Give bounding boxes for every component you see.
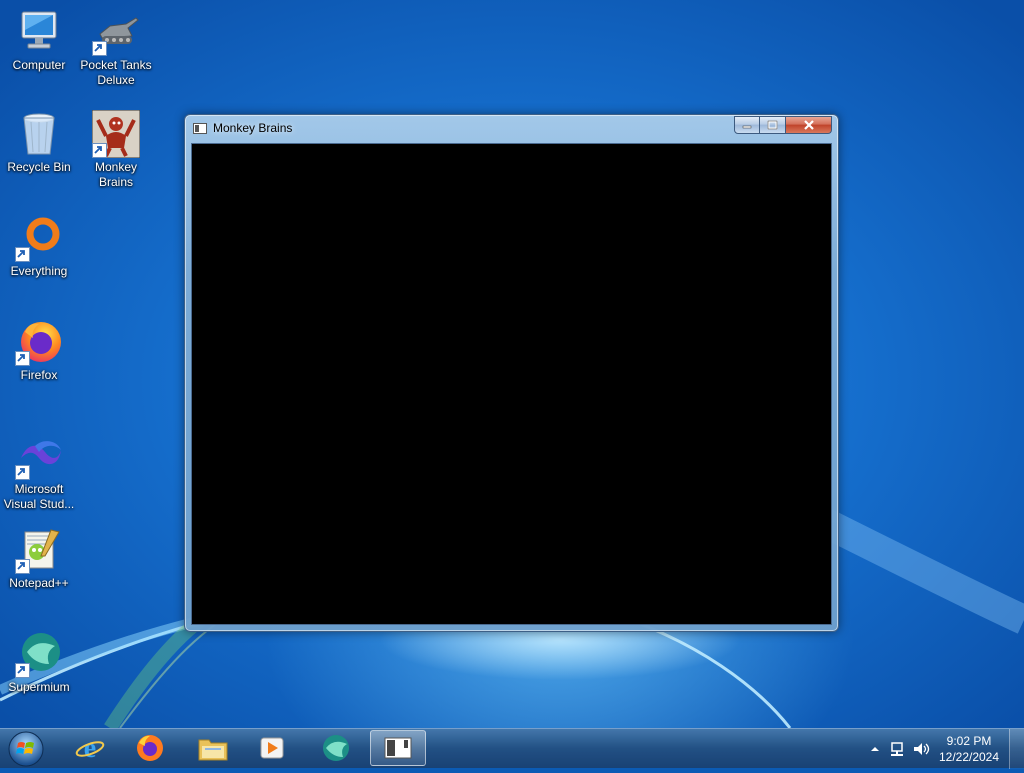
- game-canvas[interactable]: [191, 143, 832, 625]
- maximize-button[interactable]: [760, 116, 786, 134]
- monkey-brains-window[interactable]: Monkey Brains: [184, 114, 839, 632]
- firefox-icon: [137, 735, 163, 761]
- taskbar-monkey-brains[interactable]: [370, 730, 426, 766]
- show-hidden-icons-icon[interactable]: [868, 742, 882, 756]
- desktop-icon-label: Computer: [12, 58, 66, 72]
- desktop-icon-recycle-bin[interactable]: Recycle Bin: [1, 110, 77, 175]
- internet-explorer-icon: e: [75, 733, 105, 763]
- desktop: Computer Pocket Tanks Deluxe Recycle Bin…: [0, 0, 1024, 728]
- minimize-icon: [742, 125, 752, 129]
- taskbar-firefox[interactable]: [122, 730, 178, 766]
- window-controls: [734, 116, 832, 134]
- shortcut-arrow-icon: [15, 663, 30, 678]
- desktop-icon-label: Firefox: [20, 368, 58, 382]
- shortcut-arrow-icon: [92, 41, 107, 56]
- desktop-icon-label: Monkey Brains: [94, 160, 138, 189]
- app-window-icon: [384, 737, 412, 759]
- show-desktop-button[interactable]: [1009, 729, 1024, 769]
- windows-orb-icon: [8, 731, 44, 767]
- taskbar-supermium[interactable]: [308, 730, 364, 766]
- volume-icon[interactable]: [912, 740, 932, 758]
- network-icon[interactable]: [888, 740, 910, 758]
- minimize-button[interactable]: [734, 116, 760, 134]
- app-window-icon: [193, 123, 207, 134]
- desktop-icon-computer[interactable]: Computer: [1, 8, 77, 73]
- svg-text:e: e: [84, 733, 96, 763]
- computer-icon: [21, 11, 57, 49]
- taskbar-file-explorer[interactable]: [185, 730, 241, 766]
- maximize-icon: [767, 120, 778, 130]
- desktop-icon-label: Microsoft Visual Stud...: [3, 482, 75, 511]
- taskbar-clock[interactable]: 9:02 PM 12/22/2024: [934, 733, 1004, 765]
- desktop-icon-label: Everything: [10, 264, 68, 278]
- desktop-icon-everything[interactable]: Everything: [1, 214, 77, 279]
- desktop-icon-monkey-brains[interactable]: Monkey Brains: [78, 110, 154, 190]
- clock-time: 9:02 PM: [946, 734, 992, 748]
- supermium-icon: [323, 735, 349, 761]
- desktop-icon-supermium[interactable]: Supermium: [1, 630, 77, 695]
- shortcut-arrow-icon: [15, 465, 30, 480]
- desktop-icon-pocket-tanks[interactable]: Pocket Tanks Deluxe: [78, 8, 154, 88]
- taskbar: e 9:02 PM 12/22/2024: [0, 728, 1024, 769]
- window-title: Monkey Brains: [213, 121, 293, 135]
- taskbar-media-player[interactable]: [244, 730, 300, 766]
- desktop-icon-label: Pocket Tanks Deluxe: [80, 58, 152, 87]
- desktop-icon-label: Notepad++: [9, 576, 69, 590]
- desktop-icon-notepadpp[interactable]: Notepad++: [1, 526, 77, 591]
- close-icon: [803, 120, 814, 130]
- shortcut-arrow-icon: [15, 351, 30, 366]
- shortcut-arrow-icon: [15, 247, 30, 262]
- shortcut-arrow-icon: [92, 143, 107, 158]
- shortcut-arrow-icon: [15, 559, 30, 574]
- folder-icon: [198, 739, 228, 761]
- system-tray: [868, 729, 932, 769]
- window-titlebar[interactable]: Monkey Brains: [185, 115, 838, 143]
- close-button[interactable]: [786, 116, 832, 134]
- desktop-icon-firefox[interactable]: Firefox: [1, 318, 77, 383]
- desktop-icon-label: Supermium: [8, 680, 70, 694]
- media-player-icon: [260, 737, 284, 759]
- clock-date: 12/22/2024: [938, 750, 1000, 764]
- taskbar-internet-explorer[interactable]: e: [62, 730, 118, 766]
- desktop-icon-visual-studio[interactable]: Microsoft Visual Stud...: [1, 432, 77, 512]
- desktop-icon-label: Recycle Bin: [7, 160, 71, 174]
- start-button[interactable]: [6, 730, 46, 768]
- recycle-bin-icon: [23, 113, 55, 155]
